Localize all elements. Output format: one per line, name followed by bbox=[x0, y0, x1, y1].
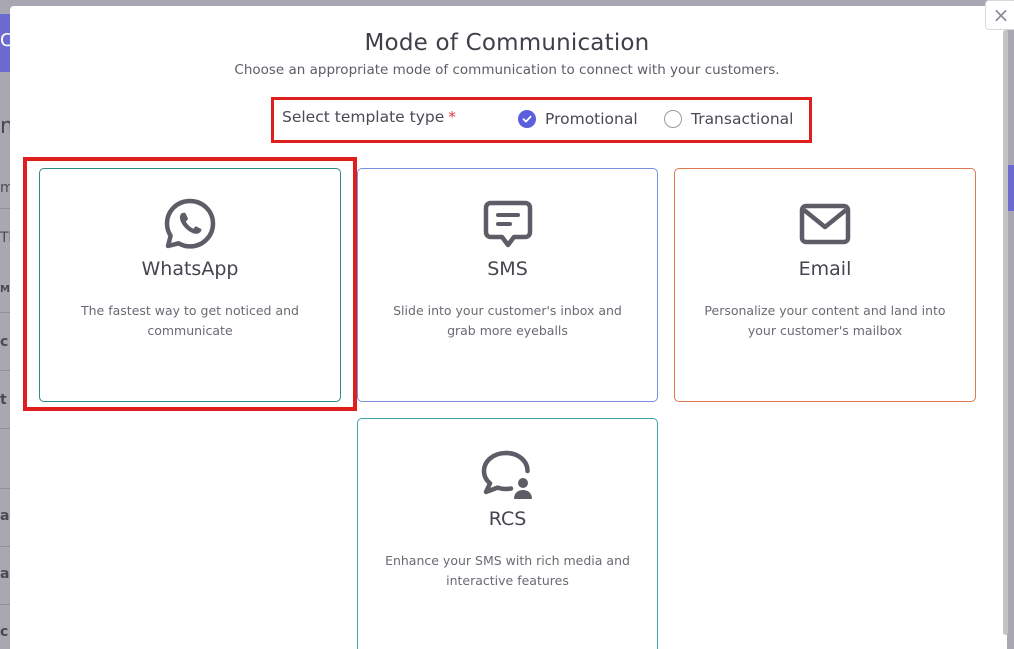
channel-title: SMS bbox=[487, 258, 528, 280]
background-divider bbox=[0, 312, 10, 313]
background-fragment: Th bbox=[0, 230, 10, 246]
channel-title: Email bbox=[798, 258, 852, 280]
sms-icon bbox=[358, 200, 657, 250]
background-fragment: a bbox=[0, 566, 10, 582]
background-fragment: MF bbox=[0, 284, 10, 295]
radio-promotional[interactable]: Promotional bbox=[518, 110, 638, 128]
modal-scrollbar[interactable] bbox=[1003, 30, 1008, 635]
background-divider bbox=[0, 428, 10, 429]
template-type-label-text: Select template type bbox=[282, 108, 445, 126]
background-divider bbox=[0, 546, 10, 547]
close-button[interactable]: × bbox=[985, 0, 1014, 30]
channel-card-email[interactable]: Email Personalize your content and land … bbox=[674, 168, 976, 402]
channel-description: The fastest way to get noticed and commu… bbox=[81, 303, 299, 338]
radio-checked-icon bbox=[518, 110, 536, 128]
background-fragment: c bbox=[0, 624, 9, 640]
channel-description: Personalize your content and land into y… bbox=[704, 303, 946, 338]
channel-description: Enhance your SMS with rich media and int… bbox=[385, 553, 630, 588]
radio-unchecked-icon bbox=[664, 110, 682, 128]
whatsapp-icon bbox=[40, 198, 340, 250]
channel-title: WhatsApp bbox=[141, 258, 239, 280]
channel-card-whatsapp[interactable]: WhatsApp The fastest way to get noticed … bbox=[39, 168, 341, 402]
channel-card-sms[interactable]: SMS Slide into your customer's inbox and… bbox=[357, 168, 658, 402]
channel-description: Slide into your customer's inbox and gra… bbox=[393, 303, 622, 338]
background-divider bbox=[0, 488, 10, 489]
channel-card-rcs[interactable]: RCS Enhance your SMS with rich media and… bbox=[357, 418, 658, 649]
background-fragment: m bbox=[0, 180, 10, 196]
background-divider bbox=[0, 208, 10, 209]
template-type-selector: Select template type * Promotional Transa… bbox=[271, 97, 812, 143]
required-mark: * bbox=[448, 108, 457, 126]
background-divider bbox=[0, 604, 10, 605]
background-fragment: a bbox=[0, 508, 10, 524]
background-fragment: t bbox=[0, 392, 7, 408]
email-icon bbox=[675, 203, 975, 245]
background-fragment: m bbox=[0, 114, 10, 139]
rcs-icon bbox=[358, 449, 657, 503]
background-divider bbox=[0, 370, 10, 371]
modal-subtitle: Choose an appropriate mode of communicat… bbox=[234, 62, 780, 78]
radio-promotional-label: Promotional bbox=[545, 110, 638, 128]
background-fragment: c bbox=[0, 334, 9, 350]
template-type-label: Select template type * bbox=[282, 108, 456, 126]
radio-transactional[interactable]: Transactional bbox=[664, 110, 793, 128]
channel-title: RCS bbox=[488, 508, 527, 530]
radio-transactional-label: Transactional bbox=[691, 110, 794, 128]
modal-title: Mode of Communication bbox=[364, 30, 650, 56]
close-icon: × bbox=[992, 3, 1010, 27]
